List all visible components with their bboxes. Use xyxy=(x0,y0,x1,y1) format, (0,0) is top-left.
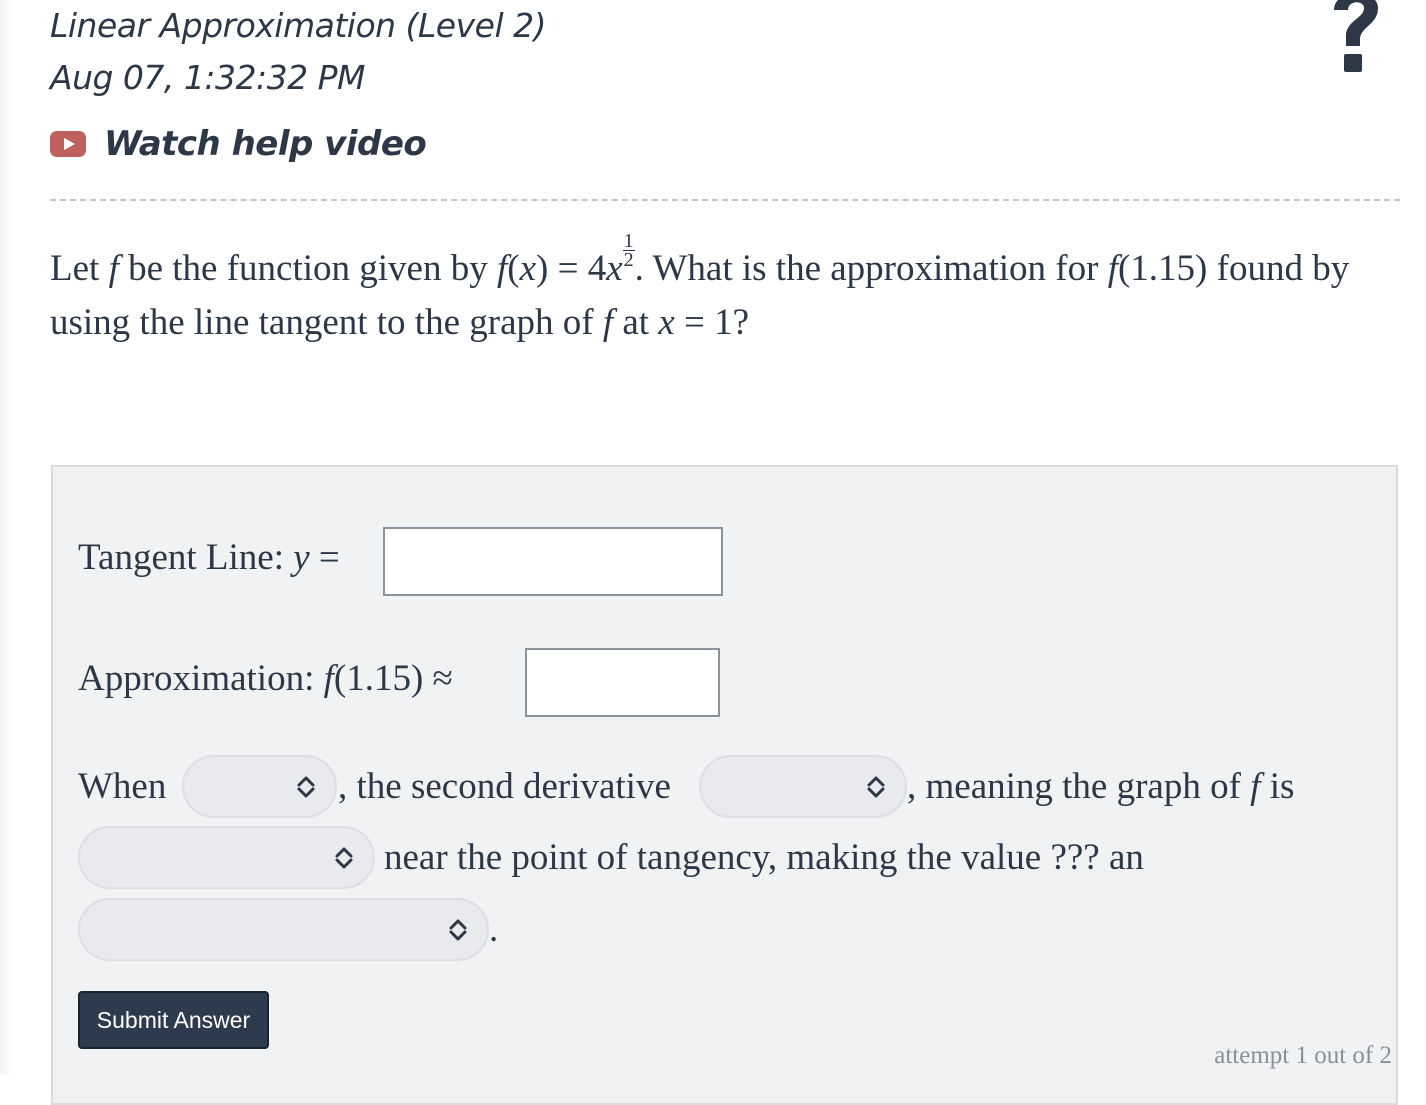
page-title: Linear Approximation (Level 2) xyxy=(50,6,546,45)
section-divider xyxy=(50,199,1400,201)
tangent-line-input[interactable] xyxy=(383,527,723,596)
question-mark-icon[interactable] xyxy=(1326,0,1386,80)
left-edge-shadow xyxy=(0,0,14,1074)
sentence-when: When xyxy=(78,766,167,807)
second-derivative-sign-select[interactable] xyxy=(699,755,907,818)
estimate-type-select[interactable] xyxy=(78,898,489,961)
watch-help-video-label: Watch help video xyxy=(104,124,427,164)
exponent-fraction: 12 xyxy=(622,230,635,271)
question-text: Let f be the function given by f(x) = 4x… xyxy=(50,230,1350,343)
submit-answer-button[interactable]: Submit Answer xyxy=(78,991,269,1049)
concavity-select[interactable] xyxy=(78,826,375,889)
chevron-up-down-icon xyxy=(335,847,353,868)
tangent-line-label: Tangent Line: y = xyxy=(78,537,340,578)
watch-help-video-link[interactable]: Watch help video xyxy=(50,124,427,164)
timestamp: Aug 07, 1:32:32 PM xyxy=(50,58,365,97)
concavity-interval-select[interactable] xyxy=(182,755,337,818)
chevron-up-down-icon xyxy=(867,776,885,797)
chevron-up-down-icon xyxy=(297,776,315,797)
approximation-input[interactable] xyxy=(525,648,720,717)
play-video-icon xyxy=(50,131,86,157)
sentence-second-derivative: , the second derivative xyxy=(338,766,671,807)
sentence-period: . xyxy=(489,909,499,950)
attempt-counter: attempt 1 out of 2 xyxy=(1214,1042,1392,1069)
sentence-near-point: near the point of tangency, making the v… xyxy=(384,837,1144,878)
approximation-label: Approximation: f(1.15) ≈ xyxy=(78,658,453,699)
sentence-meaning: , meaning the graph of f is xyxy=(907,766,1295,807)
chevron-up-down-icon xyxy=(449,919,467,940)
